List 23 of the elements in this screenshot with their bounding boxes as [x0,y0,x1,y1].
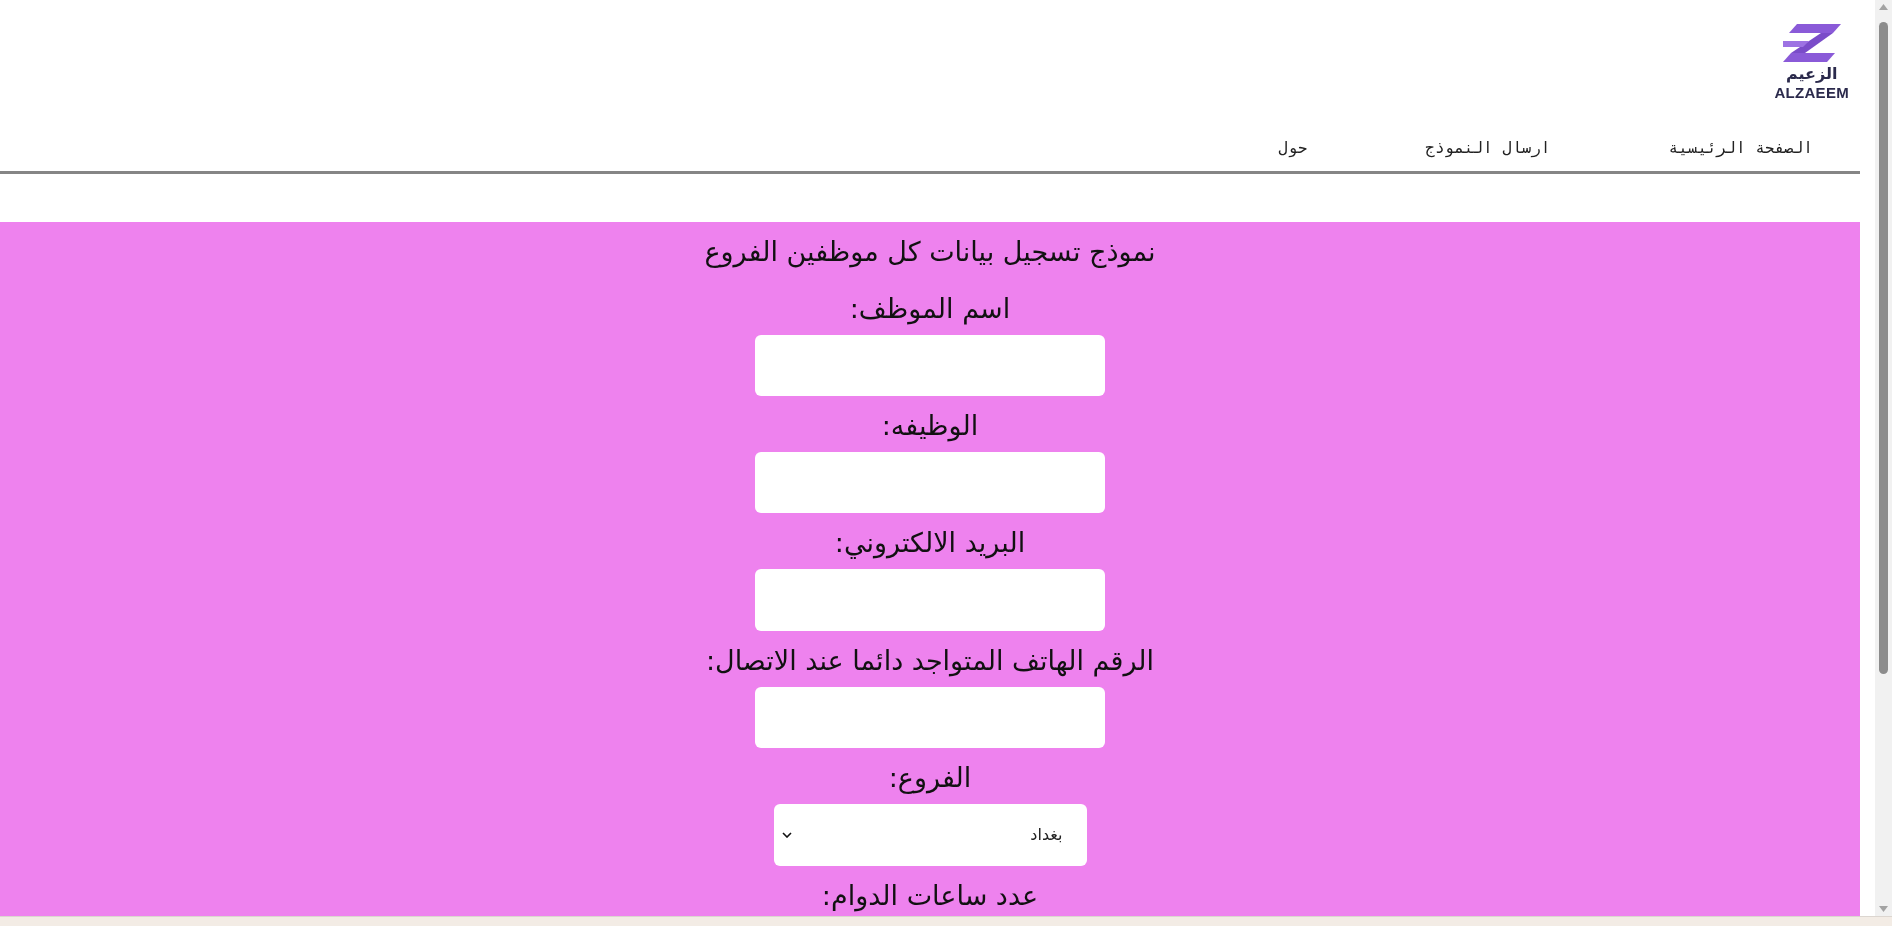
text-field[interactable] [755,686,1105,748]
text-field[interactable] [755,335,1105,397]
form-title: نموذج تسجيل بيانات كل موظفين الفروع [704,235,1156,270]
text-field[interactable] [755,452,1105,514]
field-label: عدد ساعات الدوام: [821,879,1039,914]
field-label: الفروع: [888,760,972,796]
scrollbar[interactable] [1875,0,1892,916]
logo-text: ALZAEEM [1774,84,1849,101]
nav-link[interactable]: حول [1278,137,1308,157]
field-label: البريد الالكتروني: [834,526,1026,561]
field-label: اسم الموظف: [849,292,1011,327]
scrollbar-thumb[interactable] [1879,22,1888,674]
field-label: الوظيفه: [881,409,979,444]
text-field[interactable] [755,569,1105,631]
z-logo-icon [1782,24,1841,62]
triangle-down-icon[interactable] [1879,906,1888,912]
chevron-down-icon [781,831,792,838]
triangle-up-icon[interactable] [1879,4,1888,10]
logo-arabic-text: الزعيم [1785,64,1838,84]
field-label: الرقم الهاتف المتواجد دائما عند الاتصال: [705,643,1155,679]
nav-link[interactable]: الصفحة الرئيسية [1668,137,1813,157]
branch-select[interactable]: بغداد [773,803,1087,866]
nav-link[interactable]: ارسال النموذج [1425,137,1551,157]
